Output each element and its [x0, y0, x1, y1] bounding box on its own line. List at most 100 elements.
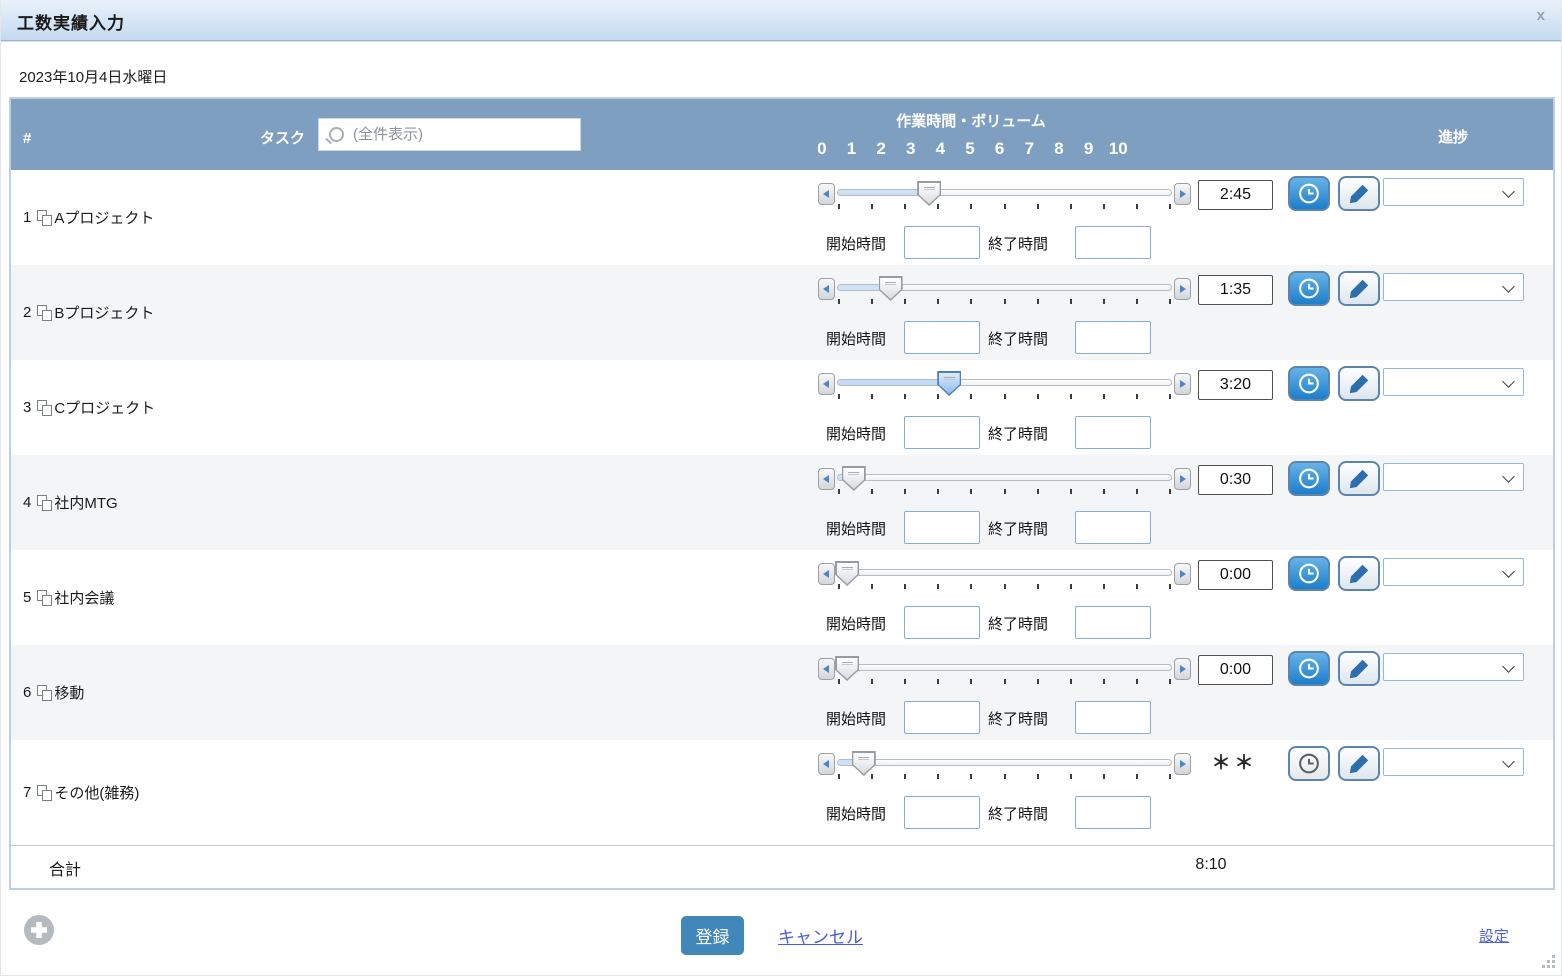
copy-icon[interactable]	[37, 210, 52, 226]
start-time-input[interactable]	[904, 321, 980, 354]
header-number-column: #	[23, 130, 31, 147]
start-time-input[interactable]	[904, 226, 980, 259]
register-button[interactable]: 登録	[681, 916, 744, 955]
slider-track[interactable]	[837, 664, 1172, 671]
start-time-input[interactable]	[904, 701, 980, 734]
worktime-slider[interactable]	[818, 560, 1191, 590]
slider-increase-arrow[interactable]	[1174, 183, 1191, 205]
edit-button[interactable]	[1338, 271, 1380, 306]
scale-number: 8	[1044, 139, 1074, 159]
clock-button[interactable]	[1288, 746, 1330, 781]
end-time-input[interactable]	[1075, 226, 1151, 259]
copy-icon[interactable]	[37, 400, 52, 416]
copy-icon[interactable]	[37, 305, 52, 321]
close-icon[interactable]: x	[1537, 7, 1545, 24]
time-value[interactable]: ＊＊	[1198, 750, 1271, 778]
slider-decrease-arrow[interactable]	[818, 183, 835, 205]
clock-button[interactable]	[1288, 366, 1330, 401]
clock-button[interactable]	[1288, 271, 1330, 306]
slider-track[interactable]	[837, 569, 1172, 576]
progress-select[interactable]	[1383, 273, 1524, 301]
slider-thumb[interactable]	[835, 656, 859, 681]
slider-increase-arrow[interactable]	[1174, 658, 1191, 680]
time-value[interactable]: 0:30	[1198, 465, 1273, 495]
slider-track[interactable]	[837, 189, 1172, 196]
total-value: 8:10	[1171, 856, 1251, 874]
slider-increase-arrow[interactable]	[1174, 753, 1191, 775]
worktime-entry-dialog: 工数実績入力 x 2023年10月4日水曜日 # タスク 作業時間・ボリューム …	[0, 0, 1562, 976]
worktime-slider[interactable]	[818, 655, 1191, 685]
settings-link[interactable]: 設定	[1479, 925, 1509, 946]
edit-button[interactable]	[1338, 746, 1380, 781]
end-time-input[interactable]	[1075, 701, 1151, 734]
slider-increase-arrow[interactable]	[1174, 373, 1191, 395]
time-value[interactable]: 1:35	[1198, 275, 1273, 305]
worktime-slider[interactable]	[818, 275, 1191, 305]
slider-thumb[interactable]	[842, 466, 866, 491]
progress-select[interactable]	[1383, 558, 1524, 586]
copy-icon[interactable]	[37, 685, 52, 701]
clock-button[interactable]	[1288, 651, 1330, 686]
copy-icon[interactable]	[37, 785, 52, 801]
slider-thumb[interactable]	[917, 181, 941, 206]
start-time-input[interactable]	[904, 796, 980, 829]
progress-select[interactable]	[1383, 463, 1524, 491]
start-time-label: 開始時間	[826, 613, 886, 634]
worktime-slider[interactable]	[818, 370, 1191, 400]
clock-button[interactable]	[1288, 176, 1330, 211]
slider-thumb[interactable]	[835, 561, 859, 586]
slider-fill	[838, 190, 930, 195]
slider-increase-arrow[interactable]	[1174, 563, 1191, 585]
slider-decrease-arrow[interactable]	[818, 373, 835, 395]
resize-grip-icon[interactable]	[1541, 954, 1555, 973]
time-value[interactable]: 3:20	[1198, 370, 1273, 400]
edit-button[interactable]	[1338, 556, 1380, 591]
worktime-slider[interactable]	[818, 465, 1191, 495]
chevron-down-icon	[1502, 755, 1515, 768]
slider-increase-arrow[interactable]	[1174, 278, 1191, 300]
worktime-slider[interactable]	[818, 180, 1191, 210]
add-row-button[interactable]	[23, 914, 55, 946]
slider-decrease-arrow[interactable]	[818, 468, 835, 490]
start-time-input[interactable]	[904, 416, 980, 449]
edit-button[interactable]	[1338, 176, 1380, 211]
slider-track[interactable]	[837, 379, 1172, 386]
start-time-input[interactable]	[904, 511, 980, 544]
progress-select[interactable]	[1383, 368, 1524, 396]
progress-select[interactable]	[1383, 653, 1524, 681]
time-value[interactable]: 0:00	[1198, 655, 1273, 685]
edit-button[interactable]	[1338, 366, 1380, 401]
copy-icon[interactable]	[37, 495, 52, 511]
slider-track[interactable]	[837, 759, 1172, 766]
end-time-input[interactable]	[1075, 796, 1151, 829]
time-value[interactable]: 0:00	[1198, 560, 1273, 590]
progress-select[interactable]	[1383, 178, 1524, 206]
copy-icon[interactable]	[37, 590, 52, 606]
end-time-input[interactable]	[1075, 321, 1151, 354]
task-filter-input[interactable]	[319, 119, 580, 150]
end-time-input[interactable]	[1075, 416, 1151, 449]
slider-increase-arrow[interactable]	[1174, 468, 1191, 490]
end-time-input[interactable]	[1075, 606, 1151, 639]
worktime-slider[interactable]	[818, 750, 1191, 780]
end-time-input[interactable]	[1075, 511, 1151, 544]
end-time-label: 終了時間	[988, 613, 1048, 634]
time-value[interactable]: 2:45	[1198, 180, 1273, 210]
slider-thumb[interactable]	[879, 276, 903, 301]
slider-decrease-arrow[interactable]	[818, 278, 835, 300]
search-icon	[329, 127, 344, 142]
start-time-input[interactable]	[904, 606, 980, 639]
clock-button[interactable]	[1288, 556, 1330, 591]
slider-decrease-arrow[interactable]	[818, 563, 835, 585]
progress-select[interactable]	[1383, 748, 1524, 776]
slider-thumb[interactable]	[852, 751, 876, 776]
slider-decrease-arrow[interactable]	[818, 753, 835, 775]
cancel-link[interactable]: キャンセル	[778, 923, 863, 948]
edit-button[interactable]	[1338, 651, 1380, 686]
clock-button[interactable]	[1288, 461, 1330, 496]
edit-button[interactable]	[1338, 461, 1380, 496]
slider-track[interactable]	[837, 474, 1172, 481]
scale-number: 4	[926, 139, 956, 159]
slider-thumb[interactable]	[937, 371, 961, 396]
slider-decrease-arrow[interactable]	[818, 658, 835, 680]
